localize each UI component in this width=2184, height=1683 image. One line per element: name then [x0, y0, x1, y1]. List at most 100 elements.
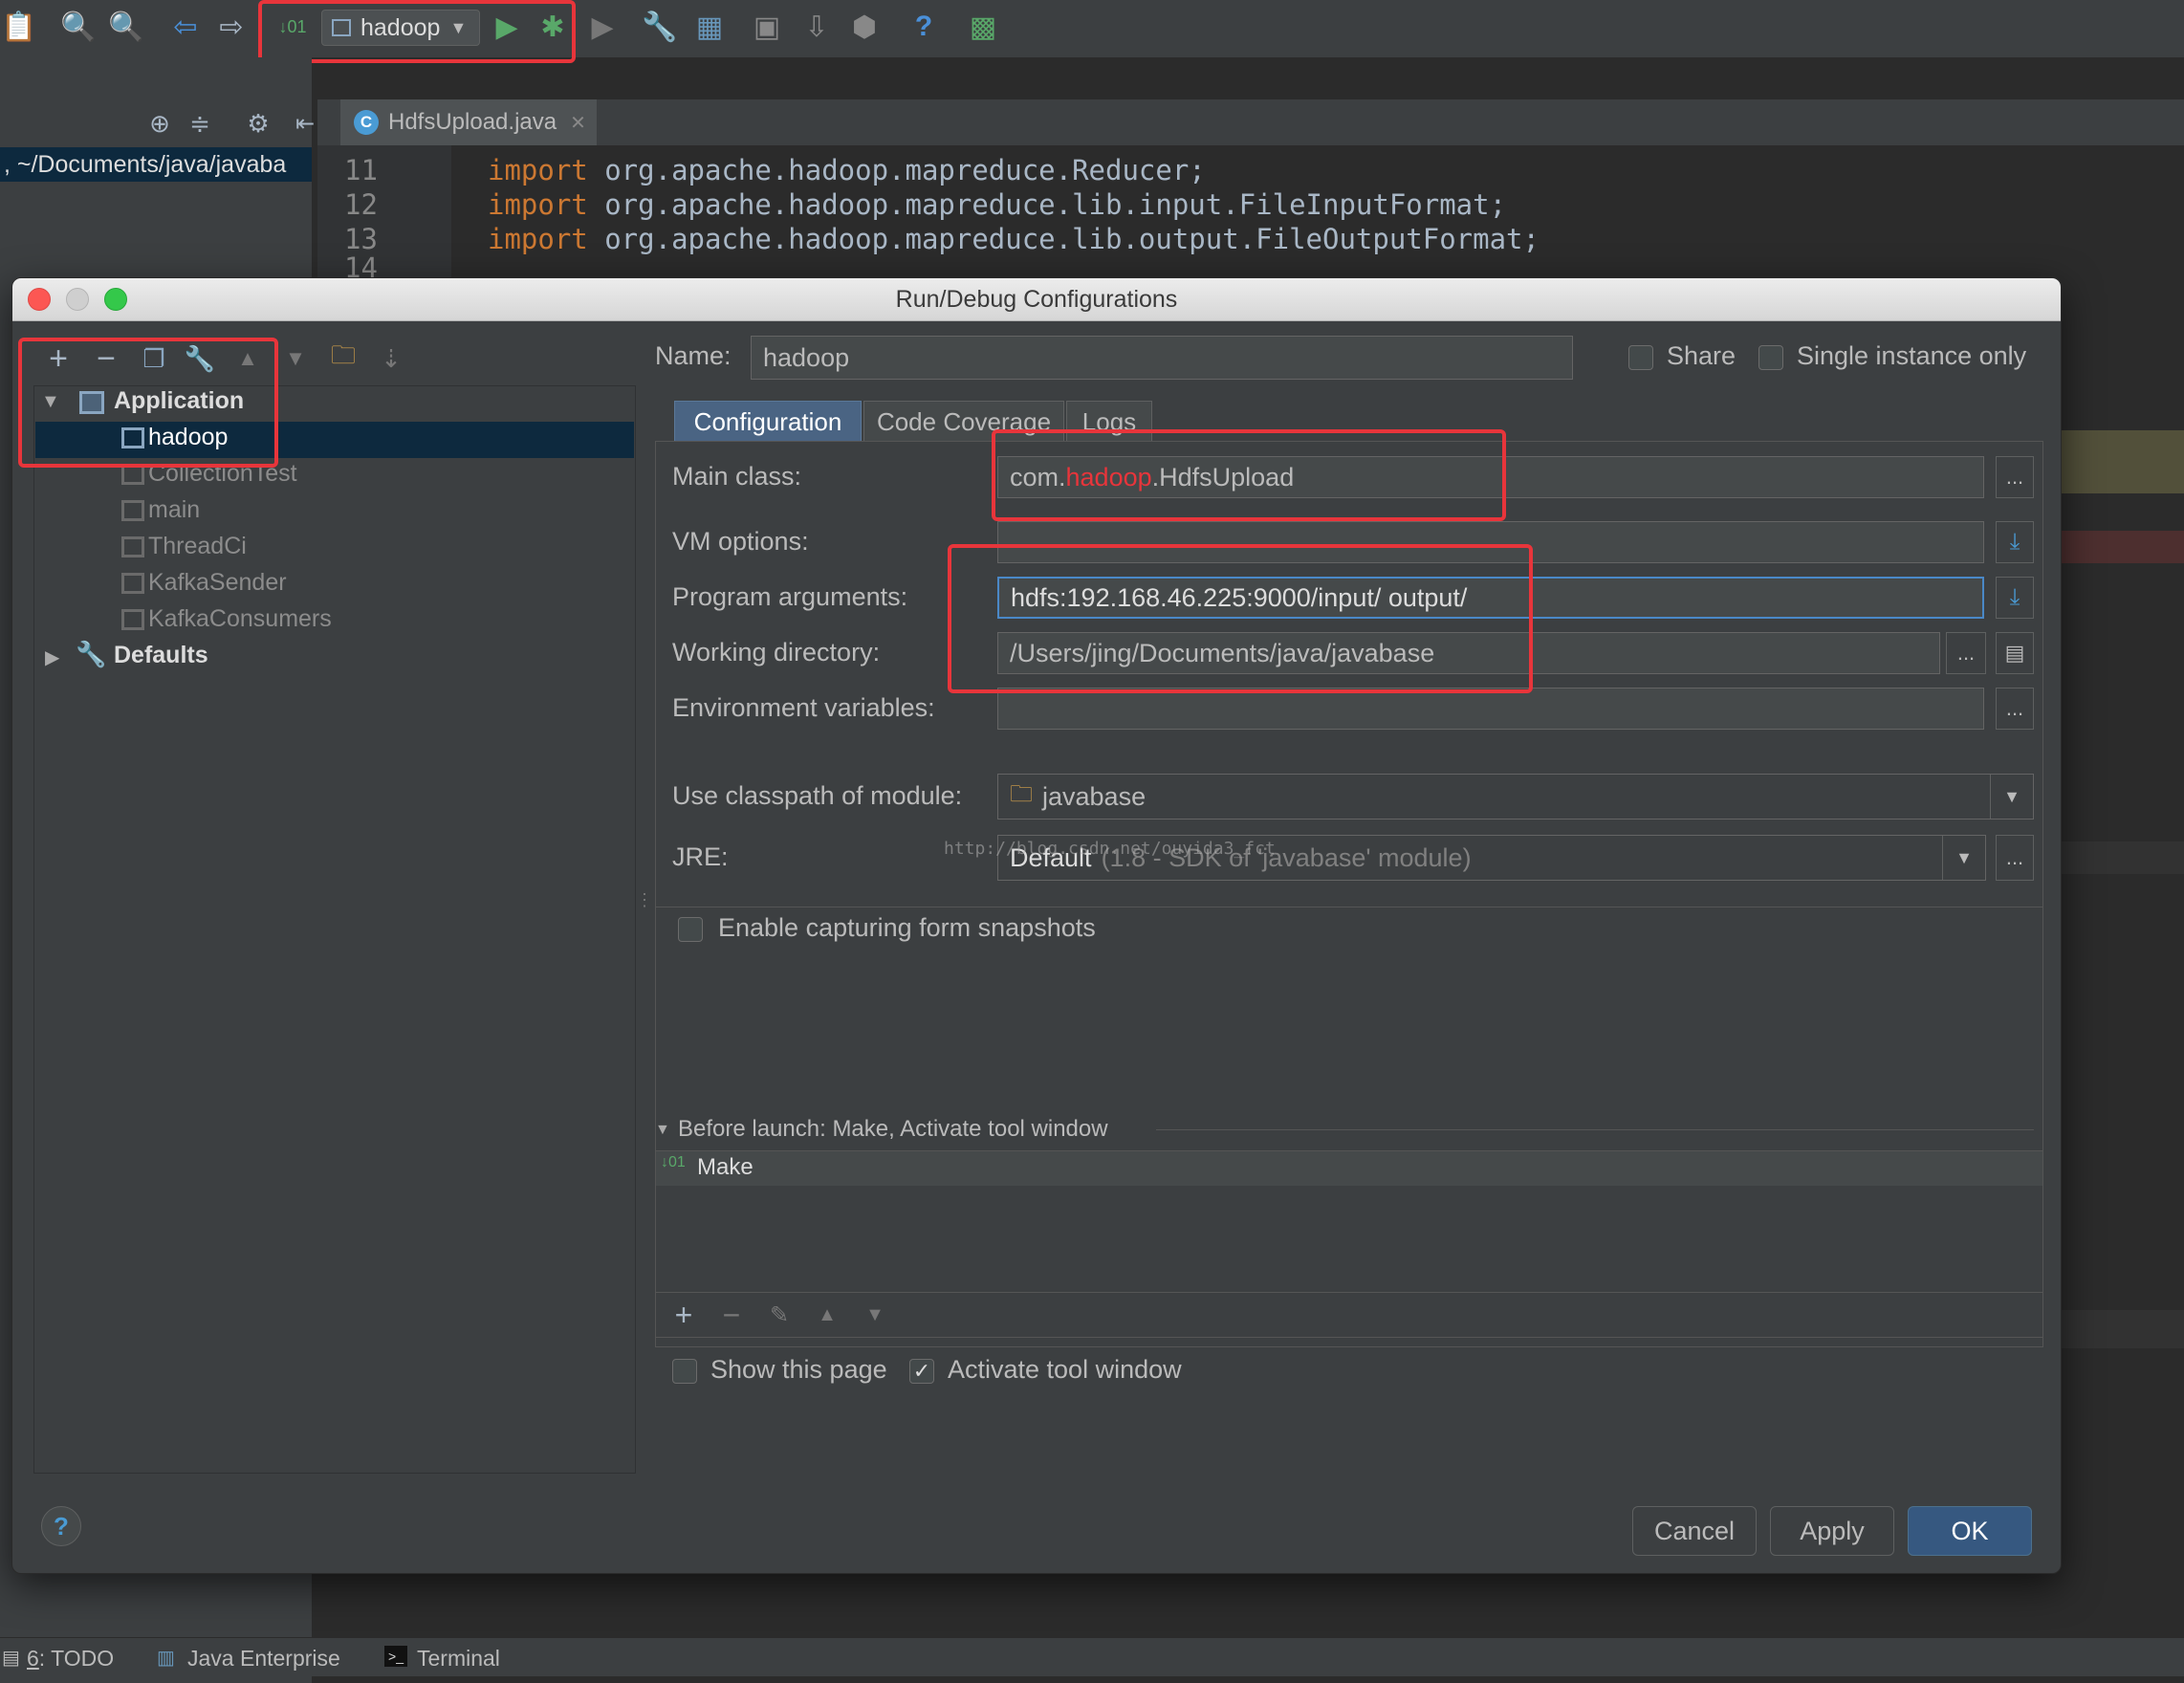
single-instance-label: Single instance only: [1797, 341, 2027, 370]
ok-button[interactable]: OK: [1908, 1506, 2032, 1556]
config-item-icon: [121, 536, 144, 557]
show-page-checkbox[interactable]: [672, 1359, 697, 1384]
clipboard-icon[interactable]: 📋: [1, 10, 36, 44]
code-line: 14: [344, 256, 488, 277]
move-task-up-icon[interactable]: ▲: [810, 1296, 844, 1334]
show-page-label: Show this page: [710, 1355, 887, 1384]
move-down-icon[interactable]: ▼: [278, 341, 313, 376]
todo-tab[interactable]: 6: TODO: [27, 1646, 114, 1672]
tree-item-kafkaconsumers[interactable]: KafkaConsumers: [148, 605, 332, 633]
collapse-before-launch-icon[interactable]: ▼: [655, 1122, 670, 1139]
remove-task-icon[interactable]: −: [714, 1296, 749, 1334]
share-label: Share: [1667, 341, 1736, 370]
coverage-icon[interactable]: ▶: [585, 10, 620, 44]
java-enterprise-icon: ▥: [157, 1648, 175, 1669]
tree-defaults[interactable]: Defaults: [114, 642, 208, 669]
apply-button[interactable]: Apply: [1770, 1506, 1894, 1556]
before-launch-label: Before launch: Make, Activate tool windo…: [678, 1116, 1108, 1142]
make-task-row[interactable]: [656, 1151, 2042, 1186]
code-line: 11 import org.apache.hadoop.mapreduce.Red…: [344, 153, 1206, 187]
plugin-icon[interactable]: ▩: [966, 10, 1000, 44]
expand-vm-options-icon[interactable]: ⤓: [1996, 521, 2034, 563]
download-icon[interactable]: ⇩: [799, 10, 834, 44]
help-icon[interactable]: ?: [906, 10, 941, 44]
tree-item-threadci[interactable]: ThreadCi: [148, 533, 247, 560]
todo-number: 6: [27, 1646, 39, 1671]
edit-task-icon[interactable]: ✎: [762, 1296, 797, 1334]
collapse-all-icon[interactable]: ≑: [184, 107, 216, 140]
run-config-highlight: [258, 0, 576, 63]
watermark: http://blog.csdn.net/ouyida3_fct: [944, 839, 1276, 859]
code-text: org.apache.hadoop.mapreduce.lib.output.F…: [587, 223, 1540, 255]
forward-icon[interactable]: ⇨: [214, 10, 249, 44]
editor-tab[interactable]: C HdfsUpload.java ✕: [340, 99, 597, 145]
project-path-row[interactable]: , ~/Documents/java/javaba: [0, 147, 312, 182]
locate-icon[interactable]: ⊕: [143, 107, 176, 140]
project-panel-header: ⊕ ≑ ⚙ ⇤: [0, 103, 315, 145]
todo-label: : TODO: [38, 1646, 115, 1671]
tree-item-kafkasender[interactable]: KafkaSender: [148, 569, 287, 597]
name-field[interactable]: hadoop: [751, 336, 1573, 380]
config-item-icon: [121, 609, 144, 630]
make-icon: ↓01: [661, 1154, 686, 1170]
activate-tool-checkbox[interactable]: ✓: [909, 1359, 934, 1384]
before-launch-separator: [1156, 1129, 2034, 1130]
zoom-out-icon[interactable]: 🔍: [108, 10, 143, 44]
browse-working-dir-button[interactable]: ...: [1946, 632, 1986, 674]
gear-icon[interactable]: ⚙: [239, 107, 277, 140]
editor-line-strip: [2056, 1310, 2184, 1348]
working-dir-macro-icon[interactable]: ▤: [1996, 632, 2034, 674]
chevron-down-icon: ▼: [1942, 836, 1985, 880]
project-path: , ~/Documents/java/javaba: [4, 151, 287, 178]
code-line: 13 import org.apache.hadoop.mapreduce.lib…: [344, 222, 1540, 256]
jre-label: JRE:: [672, 842, 729, 871]
chevron-down-icon: ▼: [1990, 775, 2033, 819]
sort-icon[interactable]: ⇣: [374, 341, 408, 376]
activate-tool-label: Activate tool window: [948, 1355, 1182, 1384]
program-args-label: Program arguments:: [672, 582, 908, 611]
single-instance-checkbox[interactable]: [1758, 345, 1783, 370]
snapshots-checkbox[interactable]: [678, 917, 703, 942]
name-label: Name:: [655, 341, 732, 370]
todo-icon: ▤: [2, 1648, 20, 1669]
expand-program-args-icon[interactable]: ⤓: [1996, 577, 2034, 619]
terminal-tab[interactable]: Terminal: [417, 1646, 500, 1672]
settings-wrench-icon[interactable]: 🔧: [642, 10, 677, 44]
env-vars-field[interactable]: [997, 688, 1984, 730]
sdk-manager-icon[interactable]: ▣: [750, 10, 784, 44]
help-button[interactable]: ?: [41, 1506, 81, 1546]
arguments-annotation: [948, 544, 1533, 693]
close-tab-icon[interactable]: ✕: [570, 111, 586, 135]
editor-highlight-strip: [2056, 430, 2184, 493]
move-task-down-icon[interactable]: ▼: [858, 1296, 892, 1334]
browse-jre-button[interactable]: ...: [1996, 835, 2034, 881]
tree-collapsed-icon[interactable]: ▶: [45, 645, 59, 669]
main-class-annotation: [992, 429, 1506, 521]
cancel-button[interactable]: Cancel: [1632, 1506, 1757, 1556]
share-checkbox[interactable]: [1628, 345, 1653, 370]
android-icon[interactable]: ⬢: [847, 10, 882, 44]
tree-item-main[interactable]: main: [148, 496, 200, 524]
dialog-title: Run/Debug Configurations: [895, 286, 1178, 313]
keyword: import: [488, 188, 588, 221]
browse-main-class-button[interactable]: ...: [1996, 456, 2034, 498]
hide-panel-icon[interactable]: ⇤: [293, 107, 317, 140]
config-item-icon: [121, 573, 144, 594]
back-icon[interactable]: ⇦: [168, 10, 203, 44]
java-enterprise-tab[interactable]: Java Enterprise: [187, 1646, 340, 1672]
class-file-icon: C: [354, 110, 379, 135]
panel-splitter[interactable]: ⋮: [636, 890, 653, 919]
folder-icon[interactable]: 🗀: [326, 340, 360, 376]
add-task-icon[interactable]: +: [666, 1296, 701, 1334]
project-structure-icon[interactable]: ▦: [692, 10, 727, 44]
bottom-toolbar: ▤ 6: TODO ▥ Java Enterprise >_ Terminal: [0, 1637, 2184, 1676]
classpath-select[interactable]: 🗀 javabase ▼: [997, 774, 2034, 820]
tab-configuration[interactable]: Configuration: [674, 401, 862, 443]
tree-highlight-annotation: [18, 338, 278, 468]
code-line: 12 import org.apache.hadoop.mapreduce.lib…: [344, 187, 1506, 222]
zoom-in-icon[interactable]: 🔍: [60, 10, 96, 44]
classpath-value: javabase: [1042, 781, 1147, 811]
edit-env-vars-button[interactable]: ...: [1996, 688, 2034, 730]
line-number: 11: [344, 154, 378, 186]
defaults-wrench-icon: 🔧: [76, 640, 107, 668]
